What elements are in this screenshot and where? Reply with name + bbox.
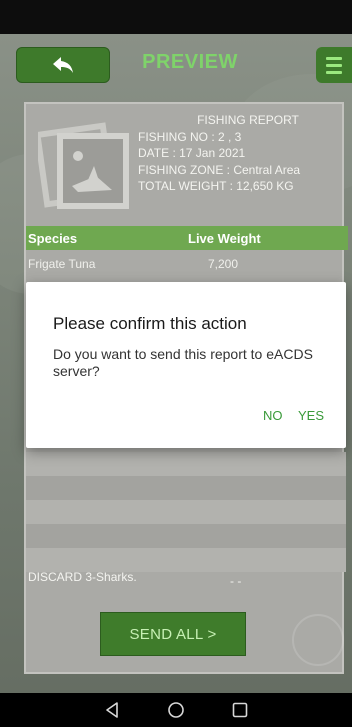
- dialog-no-button[interactable]: NO: [263, 408, 283, 423]
- nav-recents-icon[interactable]: [231, 701, 249, 719]
- confirm-dialog: Please confirm this action Do you want t…: [26, 282, 346, 448]
- dialog-message: Do you want to send this report to eACDS…: [53, 346, 313, 379]
- nav-back-icon[interactable]: [103, 701, 121, 719]
- dialog-title: Please confirm this action: [53, 314, 247, 333]
- android-nav-bar: [0, 693, 352, 727]
- dialog-yes-button[interactable]: YES: [298, 408, 324, 423]
- nav-home-icon[interactable]: [167, 701, 185, 719]
